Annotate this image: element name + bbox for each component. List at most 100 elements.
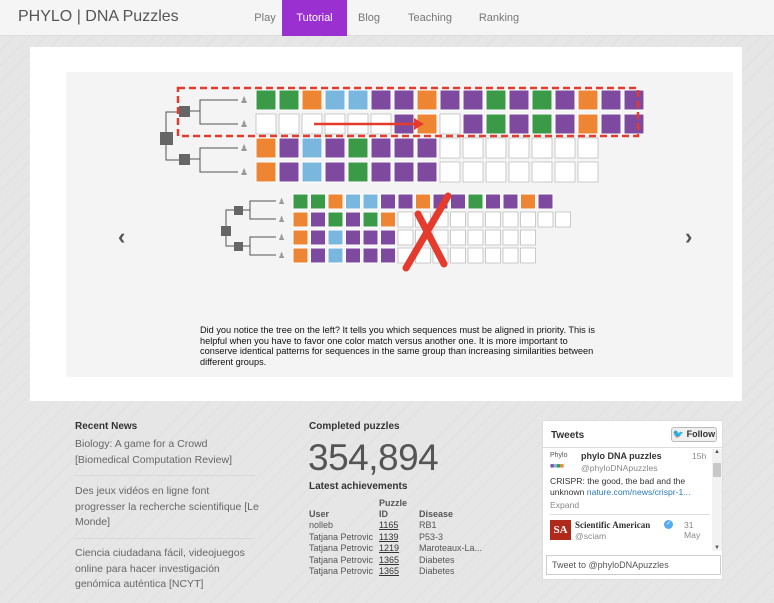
nucleotide-cell xyxy=(347,161,369,183)
follow-button[interactable]: 🐦 Follow xyxy=(671,427,717,442)
empty-cell xyxy=(485,137,507,159)
nucleotide-cell xyxy=(347,137,369,159)
nucleotide-cell xyxy=(292,229,309,246)
nav-blog[interactable]: Blog xyxy=(350,0,388,36)
latest-achievements-heading: Latest achievements xyxy=(309,481,408,492)
scroll-up-icon[interactable]: ▲ xyxy=(712,449,722,455)
tree-branch xyxy=(190,147,238,160)
nucleotide-cell xyxy=(310,211,326,228)
slide-caption: Did you notice the tree on the left? It … xyxy=(200,325,595,367)
tweet-input[interactable]: Tweet to @phyloDNApuzzles xyxy=(546,555,721,575)
puzzle-id-link[interactable]: 1139 xyxy=(379,532,419,544)
species-icon: ♟ xyxy=(278,251,285,260)
tree-branch xyxy=(243,236,276,247)
tree-branch xyxy=(243,200,276,211)
empty-cell xyxy=(467,229,484,246)
empty-cell xyxy=(502,211,519,228)
puzzle-id-link[interactable]: 1365 xyxy=(379,555,419,567)
twitter-widget: Tweets 🐦 Follow Phylo ■■■■ phylo DNA puz… xyxy=(542,420,723,580)
tree-node xyxy=(179,154,190,165)
nucleotide-cell xyxy=(397,193,414,210)
nucleotide-cell xyxy=(301,137,323,159)
carousel-next-button[interactable]: › xyxy=(685,226,692,248)
nucleotide-cell xyxy=(345,229,361,246)
top-navbar: PHYLO | DNA Puzzles Play Tutorial Blog T… xyxy=(0,0,774,36)
scrollbar-thumb[interactable] xyxy=(713,463,721,477)
nucleotide-cell xyxy=(362,193,379,210)
nucleotide-cell xyxy=(415,193,431,210)
disease-cell: RB1 xyxy=(419,520,437,530)
empty-cell xyxy=(554,137,576,159)
tweets-scrollbar[interactable]: ▲ ▼ xyxy=(712,449,722,551)
empty-cell xyxy=(554,161,576,183)
disease-cell: Diabetes xyxy=(419,554,455,565)
nucleotide-cell xyxy=(327,193,344,210)
nucleotide-cell xyxy=(554,89,576,111)
empty-cell xyxy=(278,113,300,135)
nav-play[interactable]: Play xyxy=(248,0,282,36)
brand-title[interactable]: PHYLO | DNA Puzzles xyxy=(18,8,179,26)
nucleotide-cell xyxy=(292,211,309,228)
tree-branch xyxy=(249,246,276,256)
nucleotide-cell xyxy=(327,211,344,228)
verified-icon: ✓ xyxy=(664,520,673,529)
empty-cell xyxy=(537,211,554,228)
empty-cell xyxy=(467,211,484,228)
nucleotide-cell xyxy=(393,89,415,111)
tweet-expand[interactable]: Expand xyxy=(550,500,710,510)
nucleotide-cell xyxy=(362,229,379,246)
phylo-logo-squares-icon: ■■■■ xyxy=(550,463,564,470)
empty-cell xyxy=(502,247,519,264)
nucleotide-cell xyxy=(362,247,379,264)
tweet-link[interactable]: nature.com/news/crispr-1... xyxy=(587,487,691,497)
species-icon: ♟ xyxy=(240,96,248,106)
empty-cell xyxy=(439,161,461,183)
nav-tutorial[interactable]: Tutorial xyxy=(282,0,347,36)
scroll-down-icon[interactable]: ▼ xyxy=(712,545,722,551)
tweet-author[interactable]: Scientific American xyxy=(575,520,650,530)
nucleotide-cell xyxy=(347,89,369,111)
nucleotide-cell xyxy=(310,193,326,210)
nucleotide-cell xyxy=(531,113,553,135)
tree-node xyxy=(179,106,190,117)
nucleotide-cell xyxy=(502,193,519,210)
nucleotide-cell xyxy=(345,211,361,228)
empty-cell xyxy=(450,247,466,264)
species-icon: ♟ xyxy=(240,168,248,178)
tree-node xyxy=(221,226,231,236)
tweet-item: Phylo ■■■■ phylo DNA puzzles @phyloDNApu… xyxy=(550,451,710,546)
empty-cell xyxy=(485,161,507,183)
news-item[interactable]: Biology: A game for a Crowd [Biomedical … xyxy=(75,437,260,468)
tree-branch xyxy=(165,145,179,161)
puzzle-id-link[interactable]: 1365 xyxy=(379,566,419,578)
puzzle-id-link[interactable]: 1219 xyxy=(379,543,419,555)
nucleotide-cell xyxy=(301,89,323,111)
tweet-author[interactable]: phylo DNA puzzles xyxy=(581,451,662,461)
nucleotide-cell xyxy=(393,137,415,159)
news-item[interactable]: Ciencia ciudadana fácil, videojuegos onl… xyxy=(75,546,260,593)
nav-teaching[interactable]: Teaching xyxy=(390,0,470,36)
chevron-left-icon: ‹ xyxy=(118,224,126,249)
species-icon: ♟ xyxy=(240,144,248,154)
follow-label: Follow xyxy=(686,429,716,439)
puzzle-id-link[interactable]: 1165 xyxy=(379,520,419,532)
nav-ranking[interactable]: Ranking xyxy=(468,0,530,36)
tree-node xyxy=(234,206,243,215)
news-item[interactable]: Des jeux vidéos en ligne font progresser… xyxy=(75,484,260,531)
species-icon: ♟ xyxy=(278,233,285,242)
tweet-handle: @sciam xyxy=(575,531,607,541)
table-row: Tatjana Petrovic 1219 Maroteaux-La... xyxy=(309,543,489,555)
nucleotide-cell xyxy=(255,161,277,183)
news-divider xyxy=(75,538,255,539)
carousel-prev-button[interactable]: ‹ xyxy=(118,226,125,248)
nucleotide-cell xyxy=(485,89,507,111)
user-cell: Tatjana Petrovic xyxy=(309,543,374,553)
empty-cell xyxy=(450,229,466,246)
nucleotide-cell xyxy=(380,211,396,228)
nucleotide-cell xyxy=(416,137,438,159)
nucleotide-cell xyxy=(292,193,309,210)
nucleotide-cell xyxy=(324,89,346,111)
news-divider xyxy=(75,475,255,476)
disease-cell: Maroteaux-La... xyxy=(419,543,483,553)
column-header: Disease xyxy=(419,509,454,519)
